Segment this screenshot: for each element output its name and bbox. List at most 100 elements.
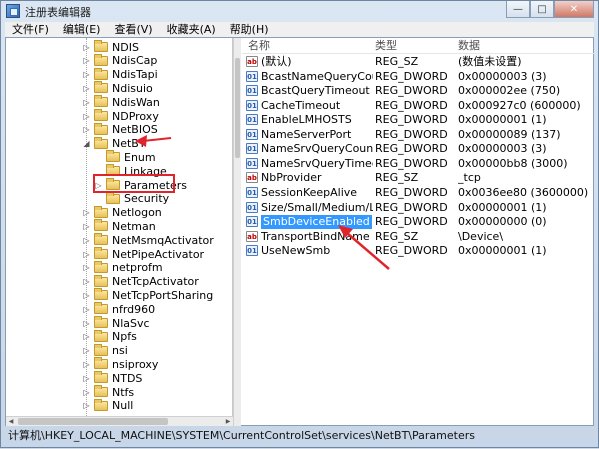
value-data: _tcp (458, 171, 481, 185)
registry-key-tree: ▷ NDIS ▷ NdisCap ▷ NdisTapi ▷ Ndisuio ▷ NdisWan ▷ N… (6, 38, 233, 416)
menu-view[interactable]: 查看(V) (107, 23, 159, 37)
value-name: NameSrvQueryTimeout (261, 156, 373, 170)
expand-arrow-icon[interactable]: ▷ (82, 277, 91, 286)
expand-arrow-icon[interactable]: ▷ (82, 250, 91, 259)
tree-item-label: Null (112, 399, 134, 413)
tree-item-nfrd960[interactable]: ▷ nfrd960 (82, 302, 155, 316)
tree-item-netbt[interactable]: ◢ NetBT (82, 136, 146, 151)
menu-help[interactable]: 帮助(H) (223, 23, 276, 37)
tree-item-ndiswan[interactable]: ▷ NdisWan (82, 95, 160, 109)
tree-hscroll-thumb[interactable] (18, 418, 168, 425)
tree-item-netprofm[interactable]: ▷ netprofm (82, 260, 163, 275)
folder-icon (94, 260, 108, 273)
tree-item-nsi[interactable]: ▷ nsi (82, 343, 128, 358)
value-row[interactable]: 01 NameSrvQueryCount REG_DWORD 0x00000003 (… (242, 142, 595, 156)
value-row[interactable]: 01 CacheTimeout REG_DWORD 0x000927c0 (60000… (242, 99, 595, 113)
dword-value-icon: 01 (246, 143, 258, 155)
menu-file[interactable]: 文件(F) (5, 23, 56, 37)
column-header-name[interactable]: 名称 (246, 38, 366, 53)
tree-item-null[interactable]: ▷ Null (82, 398, 134, 413)
tree-item-nettcpactivator[interactable]: ▷ NetTcpActivator (82, 274, 199, 289)
tree-item-nlasvc[interactable]: ▷ NlaSvc (82, 316, 150, 330)
expand-arrow-icon[interactable]: ▷ (82, 401, 91, 410)
value-row[interactable]: 01 BcastQueryTimeout REG_DWORD 0x000002ee (… (242, 84, 595, 98)
menu-edit[interactable]: 编辑(E) (56, 23, 108, 37)
value-data: \Device\ (458, 229, 504, 243)
editor-content: ▷ NDIS ▷ NdisCap ▷ NdisTapi ▷ Ndisuio ▷ NdisWan ▷ N… (5, 37, 595, 426)
expand-arrow-icon[interactable]: ▷ (82, 305, 91, 314)
tree-item-netman[interactable]: ▷ Netman (82, 219, 156, 233)
collapse-arrow-icon[interactable]: ◢ (82, 139, 91, 148)
tree-item-enum[interactable]: Enum (94, 150, 156, 164)
tree-item-netpipeactivator[interactable]: ▷ NetPipeActivator (82, 247, 204, 261)
folder-icon (94, 109, 108, 121)
expand-arrow-icon[interactable]: ▷ (82, 332, 91, 341)
tree-horizontal-scrollbar[interactable]: ◀ ▶ (6, 416, 233, 426)
expand-arrow-icon[interactable]: ▷ (82, 388, 91, 397)
expand-arrow-icon[interactable]: ▷ (82, 263, 91, 272)
value-row[interactable]: 01 NameServerPort REG_DWORD 0x00000089 (137… (242, 128, 595, 142)
value-row[interactable]: 01 EnableLMHOSTS REG_DWORD 0x00000001 (1) (242, 113, 595, 127)
expand-arrow-icon[interactable]: ▷ (82, 70, 91, 79)
column-header-type[interactable]: 类型 (373, 38, 453, 53)
tree-item-nsiproxy[interactable]: ▷ nsiproxy (82, 357, 158, 371)
expand-arrow-icon[interactable]: ▷ (82, 319, 91, 328)
tree-item-ntds[interactable]: ▷ NTDS (82, 371, 142, 385)
value-type: REG_DWORD (375, 113, 448, 127)
tree-item-ndisuio[interactable]: ▷ Ndisuio (82, 81, 153, 95)
expand-arrow-icon[interactable]: ▷ (82, 125, 91, 134)
expand-arrow-icon[interactable]: ▷ (82, 208, 91, 217)
status-bar: 计算机\HKEY_LOCAL_MACHINE\SYSTEM\CurrentCon… (8, 429, 475, 442)
expand-arrow-icon[interactable]: ▷ (82, 43, 91, 52)
value-row[interactable]: ab (默认) REG_SZ (数值未设置) (242, 55, 595, 69)
value-data: 0x00000089 (137) (458, 127, 561, 141)
tree-item-security[interactable]: Security (94, 191, 169, 206)
close-button[interactable]: ✕ (554, 1, 594, 18)
value-row[interactable]: 01BcastNameQueryCountREG_DWORD 0x00000003… (242, 70, 595, 84)
value-data: 0x00000001 (1) (458, 200, 547, 214)
folder-icon (94, 53, 108, 66)
column-header-data[interactable]: 数据 (456, 38, 536, 53)
expand-arrow-icon[interactable]: ▷ (82, 236, 91, 245)
tree-item-nettcpportsharing[interactable]: ▷ NetTcpPortSharing (82, 288, 213, 302)
dword-value-icon: 01 (246, 85, 258, 97)
tree-item-ndiscap[interactable]: ▷ NdisCap (82, 53, 157, 68)
scroll-left-icon[interactable]: ◀ (6, 417, 16, 427)
expand-arrow-icon[interactable]: ▷ (82, 374, 91, 383)
scroll-right-icon[interactable]: ▶ (223, 417, 233, 427)
expand-arrow-icon[interactable]: ▷ (82, 84, 91, 93)
value-name: SessionKeepAlive (261, 185, 358, 199)
value-row[interactable]: 01 SessionKeepAlive REG_DWORD 0x0036ee80 (3… (242, 186, 595, 200)
expand-arrow-icon[interactable]: ▷ (82, 360, 91, 369)
maximize-button[interactable]: □ (530, 1, 554, 18)
value-type: REG_DWORD (375, 200, 448, 214)
tree-item-netlogon[interactable]: ▷ Netlogon (82, 205, 162, 220)
tree-item-ntfs[interactable]: ▷ Ntfs (82, 385, 134, 399)
expand-arrow-icon[interactable]: ▷ (82, 291, 91, 300)
value-row[interactable]: 01 SmbDeviceEnabled REG_DWORD 0x00000000 (0… (242, 215, 595, 230)
value-type: REG_SZ (375, 171, 419, 185)
expand-arrow-icon[interactable]: ▷ (82, 346, 91, 355)
tree-vscroll-thumb[interactable] (235, 58, 240, 158)
tree-item-ndistapi[interactable]: ▷ NdisTapi (82, 67, 158, 82)
expand-arrow-icon[interactable]: ▷ (82, 222, 91, 231)
tree-item-label: nfrd960 (112, 302, 156, 316)
expand-arrow-icon[interactable]: ▷ (82, 98, 91, 107)
value-row[interactable]: 01NameSrvQueryTimeoutREG_DWORD 0x00000bb8… (242, 157, 595, 171)
tree-vertical-scrollbar[interactable] (233, 38, 241, 426)
value-type: REG_DWORD (375, 185, 448, 199)
minimize-button[interactable]: — (506, 1, 530, 18)
tree-item-netmsmqactivator[interactable]: ▷ NetMsmqActivator (82, 233, 214, 247)
value-row[interactable]: 01 UseNewSmb REG_DWORD 0x00000001 (1) (242, 244, 595, 258)
tree-item-ndis[interactable]: ▷ NDIS (82, 40, 139, 54)
value-row[interactable]: ab TransportBindName REG_SZ \Device\ (242, 230, 595, 244)
value-row[interactable]: ab NbProvider REG_SZ _tcp (242, 171, 595, 185)
menu-favorites[interactable]: 收藏夹(A) (160, 23, 223, 37)
expand-arrow-icon[interactable]: ▷ (82, 112, 91, 121)
tree-item-npfs[interactable]: ▷ Npfs (82, 329, 137, 344)
expand-arrow-icon[interactable]: ▷ (82, 56, 91, 65)
folder-icon (106, 150, 120, 163)
tree-item-netbios[interactable]: ▷ NetBIOS (82, 122, 158, 137)
value-row[interactable]: 01Size/Small/Medium/LargeREG_DWORD 0x0000… (242, 201, 595, 215)
tree-item-ndproxy[interactable]: ▷ NDProxy (82, 109, 159, 123)
